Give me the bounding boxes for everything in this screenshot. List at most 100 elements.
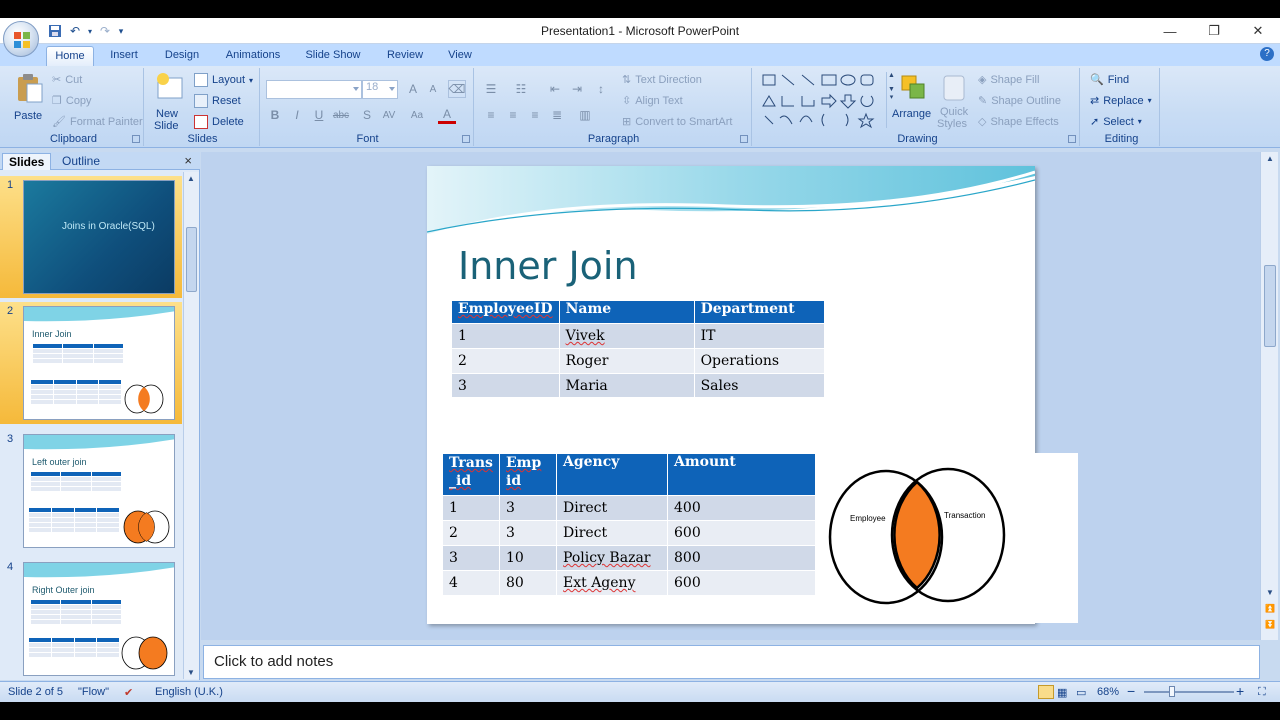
tab-insert[interactable]: Insert <box>102 46 146 66</box>
next-slide-icon[interactable]: ⏬ <box>1264 620 1276 632</box>
justify-icon[interactable]: ≣ <box>548 106 566 124</box>
font-size-combo[interactable]: 18 <box>362 80 398 99</box>
binoculars-icon: 🔍 <box>1090 74 1104 86</box>
font-name-combo[interactable] <box>266 80 362 99</box>
tab-animations[interactable]: Animations <box>220 46 286 66</box>
shape-fill-button[interactable]: ◈ Shape Fill <box>978 73 1039 87</box>
columns-icon[interactable]: ▥ <box>576 106 594 124</box>
new-slide-label-2: Slide <box>154 120 179 132</box>
language-indicator[interactable]: English (U.K.) <box>155 686 223 698</box>
find-button[interactable]: 🔍 Find <box>1090 73 1129 87</box>
cut-button[interactable]: ✂ Cut <box>52 73 82 87</box>
copy-button[interactable]: ❐ Copy <box>52 94 92 108</box>
pane-close-icon[interactable]: × <box>184 153 192 168</box>
text-direction-button[interactable]: ⇅ Text Direction <box>622 73 702 87</box>
tab-design[interactable]: Design <box>158 46 206 66</box>
scroll-thumb[interactable] <box>186 227 197 292</box>
layout-button[interactable]: Layout ▾ <box>194 73 253 87</box>
table-cell: 400 <box>667 495 816 521</box>
normal-view-icon[interactable] <box>1038 685 1054 699</box>
align-text-button[interactable]: ⇳ Align Text <box>622 94 683 108</box>
drawing-launcher-icon[interactable] <box>1068 135 1076 143</box>
select-button[interactable]: ➚ Select ▾ <box>1090 115 1142 129</box>
restore-button[interactable]: ❐ <box>1192 18 1236 44</box>
slide-thumbnail-2[interactable]: 2 Inner Join <box>0 302 182 424</box>
zoom-level[interactable]: 68% <box>1097 686 1119 698</box>
shapes-gallery[interactable] <box>760 72 884 132</box>
tab-slides[interactable]: Slides <box>2 153 52 170</box>
new-slide-button[interactable]: New Slide <box>150 72 190 132</box>
spellcheck-icon[interactable]: ✔ <box>124 686 133 699</box>
format-painter-button[interactable]: 🖌 Format Painter <box>52 115 143 129</box>
scroll-up-icon[interactable]: ▲ <box>1264 154 1276 166</box>
clear-formatting-icon[interactable]: ⌫ <box>448 80 466 98</box>
strikethrough-button[interactable]: abc <box>332 106 350 124</box>
slides-pane-scrollbar[interactable]: ▲ ▼ <box>183 172 199 679</box>
help-icon[interactable]: ? <box>1260 47 1274 61</box>
scroll-down-icon[interactable]: ▼ <box>1264 588 1276 600</box>
paragraph-launcher-icon[interactable] <box>740 135 748 143</box>
line-spacing-icon[interactable]: ↕ <box>592 80 610 98</box>
character-spacing-button[interactable]: AV <box>380 106 398 124</box>
slide-title[interactable]: Inner Join <box>458 244 638 288</box>
previous-slide-icon[interactable]: ⏫ <box>1264 604 1276 616</box>
replace-button[interactable]: ⇄ Replace ▾ <box>1090 94 1152 108</box>
office-button[interactable] <box>3 21 39 57</box>
decrease-indent-icon[interactable]: ⇤ <box>546 80 564 98</box>
transaction-table[interactable]: Trans _id Emp id Agency Amount 1 3 Direc… <box>442 453 816 596</box>
paste-button[interactable]: Paste <box>10 72 50 124</box>
table-row: 3 Maria Sales <box>451 373 826 398</box>
scroll-thumb[interactable] <box>1264 265 1276 347</box>
arrange-button[interactable]: Arrange <box>892 70 936 132</box>
tab-outline[interactable]: Outline <box>56 153 106 170</box>
slide-thumbnail-3[interactable]: 3 Left outer join <box>0 430 182 552</box>
quick-styles-button[interactable]: Quick Styles <box>934 70 974 132</box>
font-launcher-icon[interactable] <box>462 135 470 143</box>
slide-scrollbar[interactable]: ▲ ▼ ⏫ ⏬ <box>1260 152 1278 640</box>
align-right-icon[interactable]: ≡ <box>526 106 544 124</box>
grow-font-icon[interactable]: A <box>404 80 422 98</box>
notes-pane[interactable]: Click to add notes <box>203 645 1260 679</box>
status-bar: Slide 2 of 5 "Flow" ✔ English (U.K.) ▦ ▭… <box>0 681 1280 702</box>
align-left-icon[interactable]: ≡ <box>482 106 500 124</box>
convert-smartart-label: Convert to SmartArt <box>635 115 733 128</box>
change-case-button[interactable]: Aa <box>408 106 426 124</box>
delete-button[interactable]: Delete <box>194 115 244 129</box>
convert-smartart-button[interactable]: ⊞ Convert to SmartArt <box>622 115 733 129</box>
tab-review[interactable]: Review <box>380 46 430 66</box>
numbering-icon[interactable]: ☷ <box>512 80 530 98</box>
tab-home[interactable]: Home <box>46 46 94 66</box>
scroll-down-icon[interactable]: ▼ <box>187 668 195 677</box>
zoom-slider-thumb[interactable] <box>1169 686 1175 697</box>
shape-effects-button[interactable]: ◇ Shape Effects <box>978 115 1059 129</box>
clipboard-group-label: Clipboard <box>49 133 98 145</box>
scroll-up-icon[interactable]: ▲ <box>187 174 195 183</box>
shape-outline-button[interactable]: ✎ Shape Outline <box>978 94 1061 108</box>
zoom-slider[interactable] <box>1144 691 1234 693</box>
clipboard-launcher-icon[interactable] <box>132 135 140 143</box>
slide-thumbnail-1[interactable]: 1 Joins in Oracle(SQL) <box>0 176 182 298</box>
employee-table[interactable]: EmployeeID Name Department 1 Vivek IT 2 … <box>451 300 826 398</box>
align-center-icon[interactable]: ≡ <box>504 106 522 124</box>
slide-show-view-icon[interactable]: ▭ <box>1076 686 1086 699</box>
venn-diagram-picture[interactable]: Employee Transaction <box>816 453 1078 623</box>
font-color-button[interactable]: A <box>438 106 456 124</box>
fit-to-window-icon[interactable]: ⛶ <box>1258 686 1266 699</box>
tab-view[interactable]: View <box>440 46 480 66</box>
zoom-out-icon[interactable]: − <box>1127 683 1135 699</box>
bullets-icon[interactable]: ☰ <box>482 80 500 98</box>
minimize-button[interactable]: — <box>1148 18 1192 44</box>
reset-button[interactable]: Reset <box>194 94 241 108</box>
bold-button[interactable]: B <box>266 106 284 124</box>
shrink-font-icon[interactable]: A <box>424 80 442 98</box>
align-text-label: Align Text <box>635 94 683 107</box>
close-button[interactable]: ✕ <box>1236 18 1280 44</box>
underline-button[interactable]: U <box>310 106 328 124</box>
shadow-button[interactable]: S <box>358 106 376 124</box>
slide-thumbnail-4[interactable]: 4 Right Outer join <box>0 558 182 680</box>
slide-sorter-icon[interactable]: ▦ <box>1057 686 1067 699</box>
tab-slide-show[interactable]: Slide Show <box>300 46 366 66</box>
increase-indent-icon[interactable]: ⇥ <box>568 80 586 98</box>
italic-button[interactable]: I <box>288 106 306 124</box>
zoom-in-icon[interactable]: + <box>1236 683 1244 699</box>
